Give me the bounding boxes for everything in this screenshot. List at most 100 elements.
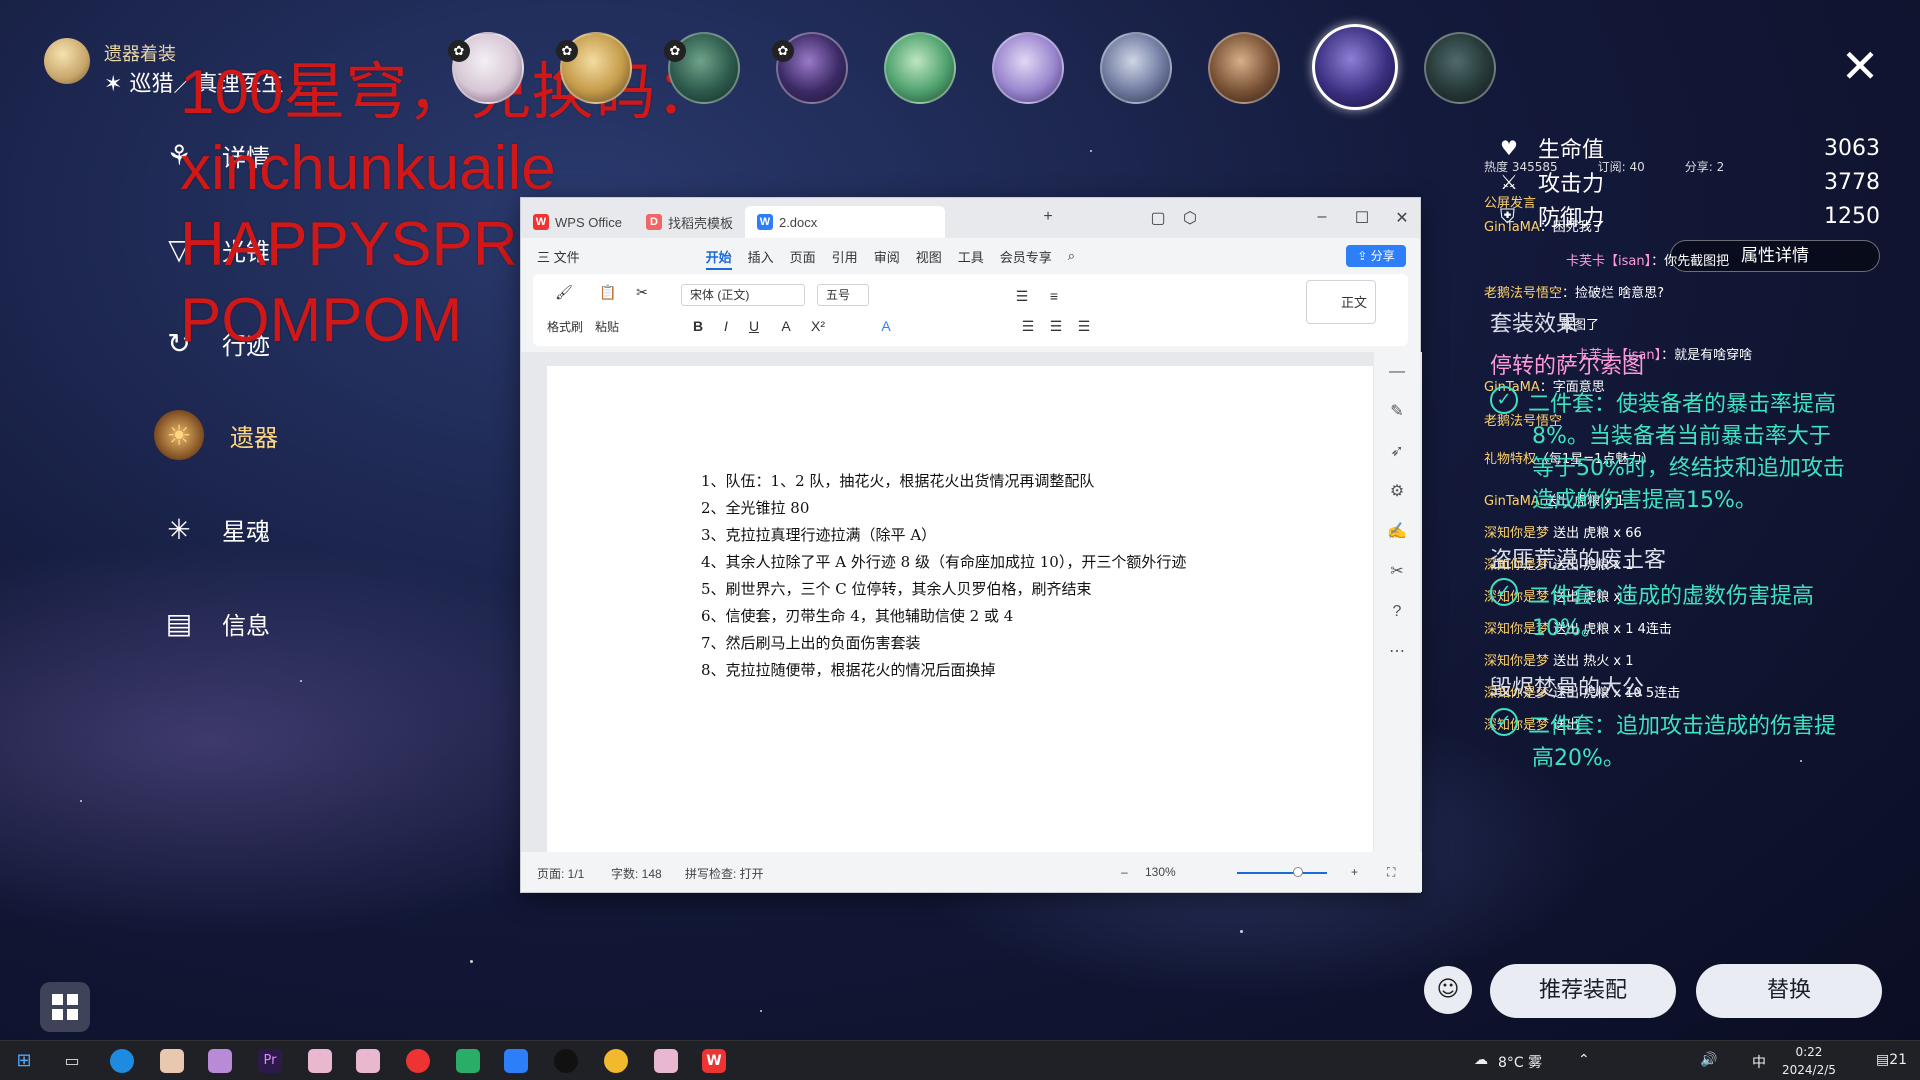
strikethrough-icon[interactable]: A [777, 318, 795, 334]
menu-start[interactable]: 开始 [705, 247, 732, 270]
character-avatar[interactable] [1424, 32, 1496, 104]
menu-page[interactable]: 页面 [790, 247, 816, 266]
menu-member[interactable]: 会员专享 [1000, 247, 1052, 266]
edge-icon[interactable] [110, 1049, 134, 1073]
superscript-icon[interactable]: X² [809, 318, 827, 334]
menu-reference[interactable]: 引用 [832, 247, 858, 266]
windows-start-icon[interactable]: ⊞ [12, 1049, 36, 1073]
menu-item-info[interactable]: ▤ 信息 [162, 606, 270, 641]
spell-check[interactable]: 拼写检查: 打开 [685, 865, 764, 882]
wechat-icon[interactable] [456, 1049, 480, 1073]
format-painter-label[interactable]: 格式刷 [547, 318, 583, 335]
more-icon[interactable]: ⋯ [1374, 632, 1420, 672]
close-window-icon[interactable]: ✕ [1391, 208, 1413, 228]
game-icon[interactable] [308, 1049, 332, 1073]
doc-paragraph[interactable]: 7、然后刷马上出的负面伤害套装 [701, 632, 921, 653]
underline-icon[interactable]: U [745, 318, 763, 334]
menu-insert[interactable]: 插入 [748, 247, 774, 266]
edit-icon[interactable]: ✍ [1374, 512, 1420, 552]
zoom-out-icon[interactable]: – [1121, 865, 1128, 879]
wps-taskbar-icon[interactable]: W [702, 1049, 726, 1073]
doc-paragraph[interactable]: 2、全光锥拉 80 [701, 497, 809, 518]
zoom-in-icon[interactable]: + [1351, 865, 1358, 879]
bullet-list-icon[interactable]: ☰ [1013, 288, 1031, 305]
layout-icon[interactable]: ▢ [1147, 208, 1169, 228]
share-label: 分享 [1370, 249, 1395, 263]
character-avatar[interactable] [992, 32, 1064, 104]
font-size-select[interactable]: 五号 [817, 284, 869, 306]
menu-item-eidolon[interactable]: ✳ 星魂 [162, 512, 270, 547]
game-icon[interactable] [160, 1049, 184, 1073]
app-icon[interactable] [554, 1049, 578, 1073]
menu-file[interactable]: 三 文件 [537, 247, 580, 266]
tab-template[interactable]: D 找稻壳模板 [634, 206, 745, 238]
share-button[interactable]: ⇪ 分享 [1346, 245, 1406, 267]
app-icon[interactable] [504, 1049, 528, 1073]
netease-music-icon[interactable] [406, 1049, 430, 1073]
doc-paragraph[interactable]: 4、其余人拉除了平 A 外行迹 8 级（有命座加成拉 10），开三个额外行迹 [701, 551, 1186, 572]
recommend-button[interactable]: 推荐装配 [1490, 964, 1676, 1018]
clock[interactable]: 0:22 2024/2/5 [1782, 1043, 1836, 1079]
cube-icon[interactable]: ⬡ [1179, 208, 1201, 228]
paste-icon[interactable]: 📋 [599, 284, 617, 301]
italic-icon[interactable]: I [717, 318, 735, 334]
doc-paragraph[interactable]: 1、队伍：1、2 队，抽花火，根据花火出货情况再调整配队 [701, 470, 1094, 491]
app-icon[interactable] [208, 1049, 232, 1073]
fullscreen-icon[interactable]: ⛶ [1387, 865, 1395, 880]
paste-label[interactable]: 粘贴 [595, 318, 619, 335]
zoom-slider-knob[interactable] [1293, 867, 1303, 877]
numbered-list-icon[interactable]: ≡ [1045, 288, 1063, 304]
format-painter-icon[interactable]: 🖌 [555, 284, 573, 301]
pointer-icon[interactable]: ➶ [1374, 432, 1420, 472]
doc-paragraph[interactable]: 6、信使套，刃带生命 4，其他辅助信使 2 或 4 [701, 605, 1013, 626]
grid-menu-icon[interactable] [40, 982, 90, 1032]
volume-icon[interactable]: 🔊 [1700, 1052, 1717, 1068]
menu-item-relic[interactable]: ☀ 遗器 [154, 410, 278, 460]
document-page[interactable]: 1、队伍：1、2 队，抽花火，根据花火出货情况再调整配队 2、全光锥拉 80 3… [547, 366, 1388, 854]
character-avatar[interactable] [1100, 32, 1172, 104]
font-color-icon[interactable]: A [877, 318, 895, 334]
font-select[interactable]: 宋体 (正文) [681, 284, 805, 306]
search-icon[interactable]: ⌕ [1068, 248, 1075, 264]
weather-text[interactable]: 8°C 雾 [1498, 1052, 1542, 1072]
chevron-up-icon[interactable]: ⌃ [1578, 1052, 1590, 1068]
align-right-icon[interactable]: ☰ [1075, 318, 1093, 335]
doc-paragraph[interactable]: 8、克拉拉随便带，根据花火的情况后面换掉 [701, 659, 996, 680]
zoom-slider[interactable] [1237, 872, 1327, 874]
character-avatar[interactable] [1208, 32, 1280, 104]
doc-paragraph[interactable]: 3、克拉拉真理行迹拉满（除平 A） [701, 524, 936, 545]
character-avatar[interactable] [884, 32, 956, 104]
notification-icon[interactable]: ▤21 [1876, 1052, 1907, 1068]
premiere-icon[interactable]: Pr [258, 1049, 282, 1073]
close-icon[interactable]: ✕ [1840, 43, 1880, 89]
menu-review[interactable]: 审阅 [874, 247, 900, 266]
zoom-level[interactable]: 130% [1145, 865, 1176, 879]
settings-icon[interactable]: ⚙ [1374, 472, 1420, 512]
selected-character-avatar[interactable] [1312, 24, 1398, 110]
doc-paragraph[interactable]: 5、刷世界六，三个 C 位停转，其余人贝罗伯格，刷齐结束 [701, 578, 1092, 599]
help-icon[interactable]: ? [1374, 592, 1420, 632]
bold-icon[interactable]: B [689, 318, 707, 334]
cut-icon[interactable]: ✂ [633, 284, 651, 301]
tab-wps-office[interactable]: W WPS Office [521, 206, 634, 238]
align-left-icon[interactable]: ☰ [1019, 318, 1037, 335]
outfit-icon[interactable]: ☺ [1424, 966, 1472, 1014]
add-tab-icon[interactable]: + [1037, 208, 1059, 226]
replace-button[interactable]: 替换 [1696, 964, 1882, 1018]
page-title: 遗器着装 [104, 44, 176, 65]
minimize-icon[interactable]: – [1311, 208, 1333, 226]
tools-icon[interactable]: ✂ [1374, 552, 1420, 592]
menu-tools[interactable]: 工具 [958, 247, 984, 266]
tab-document[interactable]: W 2.docx [744, 206, 945, 238]
game-icon[interactable] [654, 1049, 678, 1073]
align-center-icon[interactable]: ☰ [1047, 318, 1065, 335]
collapse-icon[interactable]: — [1374, 352, 1420, 392]
task-view-icon[interactable]: ▭ [60, 1049, 84, 1073]
game-icon[interactable] [356, 1049, 380, 1073]
pen-icon[interactable]: ✎ [1374, 392, 1420, 432]
app-icon[interactable] [604, 1049, 628, 1073]
style-select[interactable]: 正文 [1306, 280, 1376, 324]
ime-indicator[interactable]: 中 [1752, 1052, 1766, 1072]
maximize-icon[interactable]: ☐ [1351, 208, 1373, 228]
menu-view[interactable]: 视图 [916, 247, 942, 266]
